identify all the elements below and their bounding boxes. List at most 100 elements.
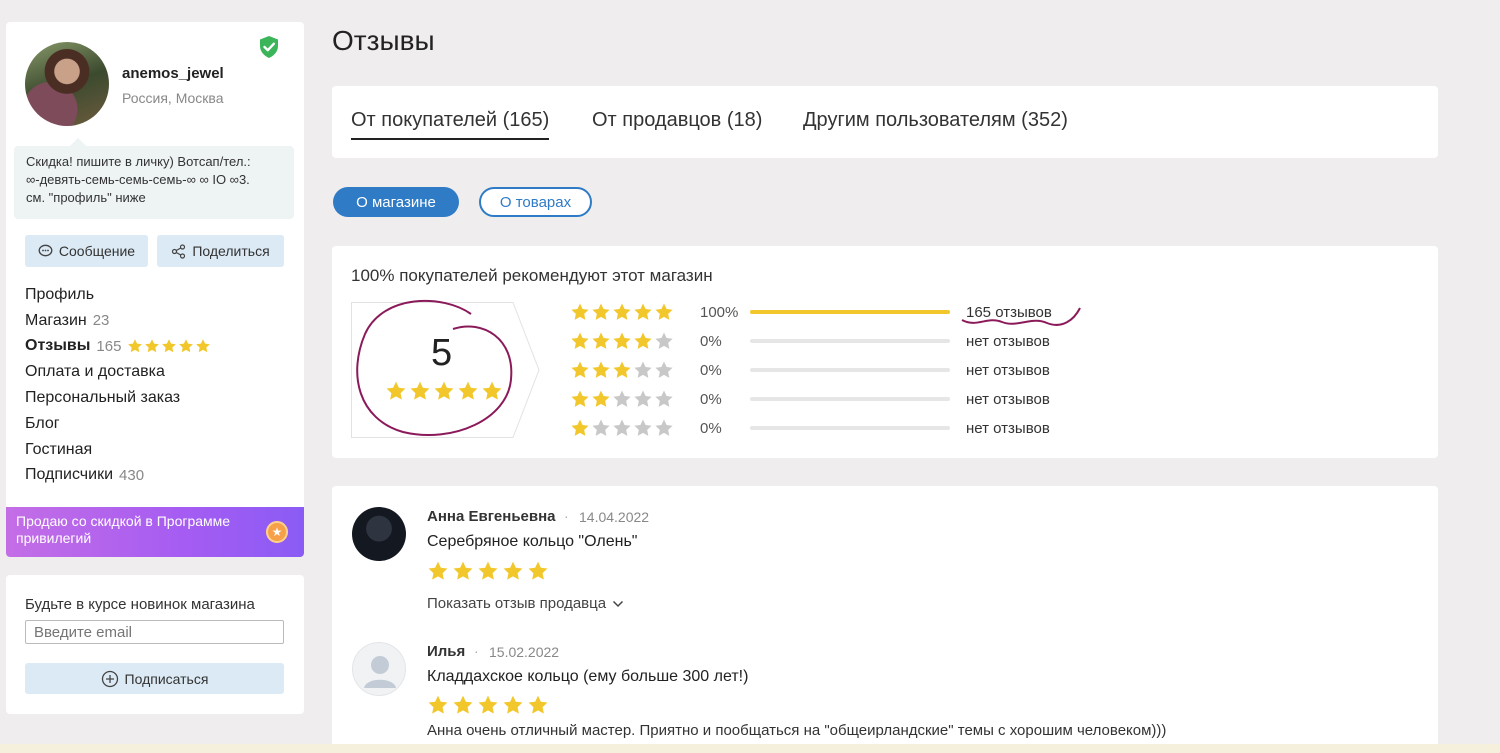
- star-filled-icon: [144, 338, 160, 354]
- star-filled-icon: [433, 380, 455, 402]
- review-product[interactable]: Кладдахское кольцо (ему больше 300 лет!): [427, 668, 748, 686]
- sidebar-item-label: Оплата и доставка: [25, 363, 165, 381]
- reviewer-avatar[interactable]: [352, 507, 406, 561]
- handdrawn-underline-annotation: [961, 307, 1081, 326]
- star-filled-icon: [591, 389, 611, 409]
- sidebar-item-profile[interactable]: Профиль: [25, 282, 211, 308]
- star-filled-icon: [591, 331, 611, 351]
- star-filled-icon: [457, 380, 479, 402]
- star-filled-icon: [612, 302, 632, 322]
- sidebar-item-subscribers[interactable]: Подписчики 430: [25, 463, 211, 489]
- star-filled-icon: [161, 338, 177, 354]
- rating-row-count: нет отзывов: [966, 332, 1050, 350]
- page-title: Отзывы: [332, 25, 435, 56]
- star-filled-icon: [452, 560, 474, 582]
- profile-card: anemos_jewel Россия, Москва Скидка! пиши…: [6, 22, 304, 557]
- reviewer-name[interactable]: Анна Евгеньевна: [427, 508, 556, 525]
- rating-row-2-stars[interactable]: 0% нет отзывов: [570, 388, 1050, 410]
- rating-row-count: нет отзывов: [966, 419, 1050, 437]
- rating-row-percent: 0%: [700, 419, 722, 437]
- sidebar-item-count: 165: [96, 337, 122, 355]
- reviewer-avatar[interactable]: [352, 642, 406, 696]
- rating-row-1-stars[interactable]: 0% нет отзывов: [570, 417, 1050, 439]
- username[interactable]: anemos_jewel: [122, 65, 224, 82]
- star-filled-icon: [409, 380, 431, 402]
- status-line: ∞-девять-семь-семь-семь-∞ ∞ IO ∞3.: [26, 172, 250, 187]
- rating-row-3-stars[interactable]: 0% нет отзывов: [570, 359, 1050, 381]
- star-filled-icon: [427, 694, 449, 716]
- star-empty-icon: [633, 418, 653, 438]
- star-filled-icon: [178, 338, 194, 354]
- sidebar-item-label: Магазин: [25, 311, 87, 329]
- chat-icon: [38, 244, 53, 257]
- sidebar-item-payment-delivery[interactable]: Оплата и доставка: [25, 359, 211, 385]
- rating-row-stars: [570, 331, 680, 351]
- plus-circle-icon: [101, 670, 118, 687]
- rating-row-bar: [750, 426, 950, 430]
- star-empty-icon: [654, 360, 674, 380]
- star-filled-icon: [633, 331, 653, 351]
- promo-text: привилегий: [16, 530, 92, 546]
- show-seller-reply-button[interactable]: Показать отзыв продавца: [427, 595, 624, 612]
- separator-dot: ·: [474, 643, 479, 659]
- tab-to-other-users[interactable]: Другим пользователям (352): [803, 109, 1068, 132]
- subscribe-button[interactable]: Подписаться: [25, 663, 284, 694]
- email-field[interactable]: [25, 620, 284, 644]
- sidebar-item-label: Блог: [25, 414, 60, 432]
- status-line: см. "профиль" ниже: [26, 190, 146, 205]
- message-button-label: Сообщение: [58, 243, 136, 259]
- subscribe-title: Будьте в курсе новинок магазина: [25, 596, 255, 613]
- sidebar-item-shop[interactable]: Магазин 23: [25, 308, 211, 334]
- share-button[interactable]: Поделиться: [157, 235, 284, 267]
- default-user-icon: [364, 656, 396, 688]
- star-filled-icon: [127, 338, 143, 354]
- star-empty-icon: [654, 418, 674, 438]
- rating-row-percent: 100%: [700, 303, 739, 321]
- star-filled-icon: [195, 338, 211, 354]
- review-product[interactable]: Серебряное кольцо "Олень": [427, 533, 637, 551]
- avatar[interactable]: [25, 42, 109, 126]
- chevron-down-icon: [613, 600, 624, 607]
- star-filled-icon: [527, 694, 549, 716]
- star-filled-icon: [591, 360, 611, 380]
- review-text: Анна очень отличный мастер. Приятно и по…: [427, 722, 1167, 739]
- sidebar-item-count: 430: [119, 466, 145, 484]
- rating-row-4-stars[interactable]: 0% нет отзывов: [570, 330, 1050, 352]
- rating-row-stars: [570, 418, 680, 438]
- filter-about-shop[interactable]: О магазине: [333, 187, 459, 217]
- review-tabs: От покупателей (165) От продавцов (18) Д…: [332, 86, 1438, 158]
- star-empty-icon: [612, 389, 632, 409]
- star-filled-icon: [654, 302, 674, 322]
- star-filled-icon: [527, 560, 549, 582]
- sidebar-item-personal-order[interactable]: Персональный заказ: [25, 385, 211, 411]
- verified-shield-icon: [260, 36, 278, 58]
- sidebar-item-reviews[interactable]: Отзывы 165: [25, 334, 211, 360]
- reviewer-name[interactable]: Илья: [427, 643, 465, 660]
- star-filled-icon: [612, 331, 632, 351]
- rating-row-bar: [750, 339, 950, 343]
- filter-about-items[interactable]: О товарах: [479, 187, 592, 217]
- sidebar-item-blog[interactable]: Блог: [25, 411, 211, 437]
- review-date: 14.04.2022: [579, 509, 650, 525]
- star-filled-icon: [570, 331, 590, 351]
- recommend-text: 100% покупателей рекомендуют этот магази…: [351, 266, 713, 285]
- star-empty-icon: [654, 331, 674, 351]
- show-seller-reply-label: Показать отзыв продавца: [427, 595, 607, 612]
- star-empty-icon: [654, 389, 674, 409]
- bottom-bar: [0, 744, 1500, 753]
- star-filled-icon: [502, 560, 524, 582]
- message-button[interactable]: Сообщение: [25, 235, 148, 267]
- sidebar-item-lounge[interactable]: Гостиная: [25, 437, 211, 463]
- rating-row-stars: [570, 302, 680, 322]
- review-stars: [427, 694, 549, 716]
- privilege-promo-banner[interactable]: Продаю со скидкой в Программе привилегий…: [6, 507, 304, 557]
- star-empty-icon: [612, 418, 632, 438]
- tab-from-sellers[interactable]: От продавцов (18): [592, 109, 762, 132]
- rating-summary: 100% покупателей рекомендуют этот магази…: [332, 246, 1438, 458]
- rating-row-bar: [750, 397, 950, 401]
- tab-from-buyers[interactable]: От покупателей (165): [351, 109, 550, 140]
- subscribe-button-label: Подписаться: [124, 670, 209, 687]
- star-filled-icon: [570, 418, 590, 438]
- star-filled-icon: [427, 560, 449, 582]
- separator-dot: ·: [564, 508, 569, 524]
